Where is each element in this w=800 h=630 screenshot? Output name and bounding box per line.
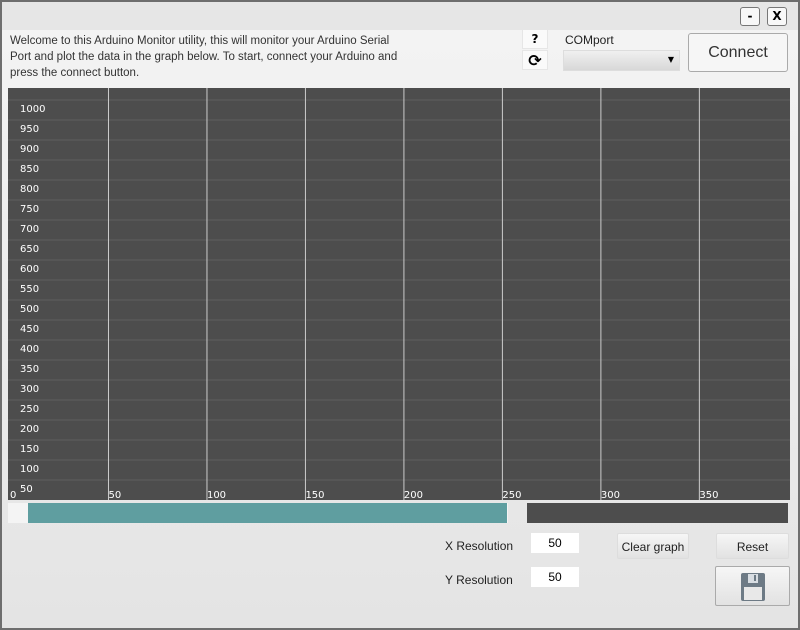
y-tick-label: 300	[20, 384, 39, 395]
y-tick-label: 100	[20, 464, 39, 475]
y-resolution-input[interactable]: 50	[531, 567, 579, 587]
plot-background	[8, 88, 790, 500]
y-tick-label: 900	[20, 144, 39, 155]
x-resolution-input[interactable]: 50	[531, 533, 579, 553]
y-tick-label: 450	[20, 324, 39, 335]
x-tick-label: 300	[601, 490, 620, 500]
floppy-disk-icon	[740, 573, 765, 601]
y-tick-label: 500	[20, 304, 39, 315]
graph: 5010015020025030035040045050055060065070…	[8, 88, 790, 500]
clear-graph-button[interactable]: Clear graph	[617, 533, 689, 559]
y-tick-label: 1000	[20, 104, 45, 115]
close-button[interactable]: X	[767, 7, 787, 26]
refresh-button[interactable]: ⟳	[522, 50, 548, 70]
y-tick-label: 800	[20, 184, 39, 195]
comport-label: COMport	[565, 33, 614, 47]
x-tick-label: 150	[305, 490, 324, 500]
y-tick-label: 700	[20, 224, 39, 235]
save-button[interactable]	[715, 566, 790, 606]
chevron-down-icon: ▼	[667, 55, 674, 64]
refresh-icon: ⟳	[528, 51, 542, 70]
title-bar	[2, 2, 798, 30]
intro-text: Welcome to this Arduino Monitor utility,…	[10, 35, 398, 79]
y-tick-label: 200	[20, 424, 39, 435]
scroll-panel	[527, 503, 788, 523]
x-tick-label: 250	[502, 490, 521, 500]
comport-select[interactable]: ▼	[563, 50, 680, 71]
y-tick-label: 150	[20, 444, 39, 455]
reset-button[interactable]: Reset	[716, 533, 789, 559]
help-button[interactable]: ?	[522, 29, 548, 49]
x-tick-label: 0	[10, 490, 16, 500]
y-tick-label: 650	[20, 244, 39, 255]
y-tick-label: 850	[20, 164, 39, 175]
x-tick-label: 50	[108, 490, 121, 500]
y-resolution-label: Y Resolution	[445, 573, 513, 587]
y-tick-label: 550	[20, 284, 39, 295]
connect-button[interactable]: Connect	[688, 33, 788, 72]
y-tick-label: 750	[20, 204, 39, 215]
y-tick-label: 600	[20, 264, 39, 275]
y-tick-label: 350	[20, 364, 39, 375]
y-tick-label: 950	[20, 124, 39, 135]
x-tick-label: 350	[699, 490, 718, 500]
x-resolution-label: X Resolution	[445, 539, 514, 553]
x-tick-label: 200	[404, 490, 423, 500]
y-tick-label: 250	[20, 404, 39, 415]
minimize-button[interactable]: -	[740, 7, 760, 26]
y-tick-label: 50	[20, 484, 33, 495]
x-tick-label: 100	[207, 490, 226, 500]
scrollbar-thumb[interactable]	[28, 503, 507, 523]
y-tick-label: 400	[20, 344, 39, 355]
